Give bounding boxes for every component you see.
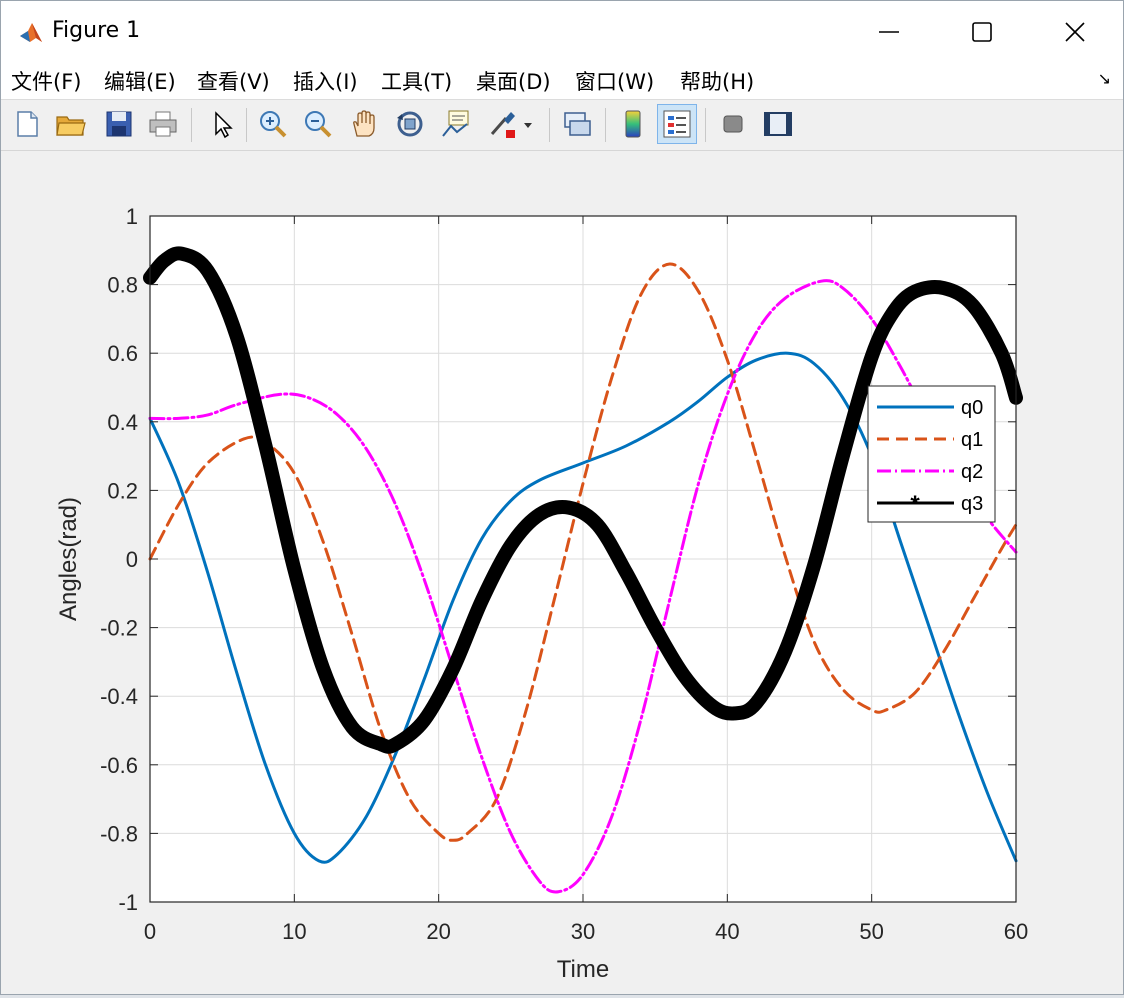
toolbar-separator [605,108,606,142]
brush-icon [490,112,532,138]
brush-button[interactable] [483,104,539,144]
menu-tools[interactable]: 工具(T) [381,66,452,96]
legend-icon [663,110,691,138]
y-axis-label: Angles(rad) [55,497,82,621]
menu-window[interactable]: 窗口(W) [575,66,654,96]
figure-canvas: 0 10 20 30 40 50 60 -1 -0.8 -0.6 -0.4 -0.2 0 0.2 0.4 0.… [1,151,1123,994]
minimize-button[interactable] [843,1,935,63]
new-figure-button[interactable] [7,104,47,144]
show-plot-tools-icon [764,112,792,136]
new-figure-icon [17,111,38,137]
menu-help[interactable]: 帮助(H) [680,66,754,96]
y-tick-label: -0.6 [100,753,138,778]
x-tick-label: 30 [571,919,595,944]
maximize-icon [972,22,992,42]
pointer-icon [215,111,233,139]
toolbar-separator [705,108,706,142]
menu-file[interactable]: 文件(F) [11,66,81,96]
x-tick-label: 50 [859,919,883,944]
y-tick-label: 0.4 [107,410,138,435]
legend-label-q3: q3 [961,493,983,515]
legend-label-q1: q1 [961,429,983,451]
pan-button[interactable] [344,104,384,144]
link-plot-icon [564,112,591,136]
maximize-button[interactable] [936,1,1028,63]
toolbar [1,100,1123,151]
x-tick-label: 40 [715,919,739,944]
menu-bar: 文件(F) 编辑(E) 查看(V) 插入(I) 工具(T) 桌面(D) 窗口(W… [1,63,1123,100]
matlab-logo-icon [20,23,42,42]
y-tick-label: 1 [126,204,138,229]
save-button[interactable] [99,104,139,144]
colorbar-button[interactable] [613,104,653,144]
legend-label-q0: q0 [961,397,983,419]
menu-insert[interactable]: 插入(I) [293,66,358,96]
save-icon [106,111,132,137]
zoom-out-icon [305,111,332,138]
toolbar-separator [191,108,192,142]
legend-button[interactable] [657,104,697,144]
zoom-out-button[interactable] [298,104,338,144]
open-file-icon [56,116,86,136]
menu-view[interactable]: 查看(V) [197,66,270,96]
y-tick-label: -1 [118,890,138,915]
legend-label-q2: q2 [961,461,983,483]
dock-arrow-icon[interactable]: ↘ [1098,69,1111,88]
y-tick-label: -0.8 [100,821,138,846]
y-tick-label: 0.8 [107,273,138,298]
select-button[interactable] [201,104,241,144]
menu-edit[interactable]: 编辑(E) [104,66,176,96]
menu-desktop[interactable]: 桌面(D) [476,66,551,96]
x-tick-label: 10 [282,919,306,944]
show-plot-tools-button[interactable] [758,104,798,144]
figure-window: Figure 1 文件(F) 编辑(E) 查看(V) 插入(I) 工具(T) 桌… [0,0,1124,995]
data-cursor-button[interactable] [435,104,475,144]
print-icon [149,111,177,137]
x-axis-label: Time [557,956,609,983]
y-tick-label: 0 [126,547,138,572]
window-title: Figure 1 [52,18,141,43]
close-button[interactable] [1029,1,1121,63]
y-tick-label: -0.2 [100,616,138,641]
close-icon [1065,22,1085,42]
zoom-in-button[interactable] [253,104,293,144]
x-tick-label: 0 [144,919,156,944]
rotate-3d-icon [397,111,423,137]
legend-star-marker: * [910,491,920,518]
x-tick-label: 60 [1004,919,1028,944]
link-plot-button[interactable] [557,104,597,144]
title-bar[interactable]: Figure 1 [1,1,1123,63]
print-button[interactable] [143,104,183,144]
rotate-3d-button[interactable] [390,104,430,144]
y-tick-label: -0.4 [100,684,138,709]
x-tick-label: 20 [426,919,450,944]
y-tick-label: 0.2 [107,478,138,503]
toolbar-separator [549,108,550,142]
legend[interactable]: q0 q1 q2 * q3 [867,385,996,523]
y-tick-label: 0.6 [107,341,138,366]
zoom-in-icon [260,111,287,138]
minimize-icon [879,31,899,33]
pan-hand-icon [353,110,375,137]
toolbar-separator [246,108,247,142]
data-cursor-icon [442,110,469,137]
open-file-button[interactable] [51,104,91,144]
colorbar-icon [625,110,641,138]
line-chart[interactable]: 0 10 20 30 40 50 60 -1 -0.8 -0.6 -0.4 -0.2 0 0.2 0.4 0.… [1,151,1123,994]
hide-plot-tools-icon [723,115,743,133]
hide-plot-tools-button[interactable] [713,104,753,144]
